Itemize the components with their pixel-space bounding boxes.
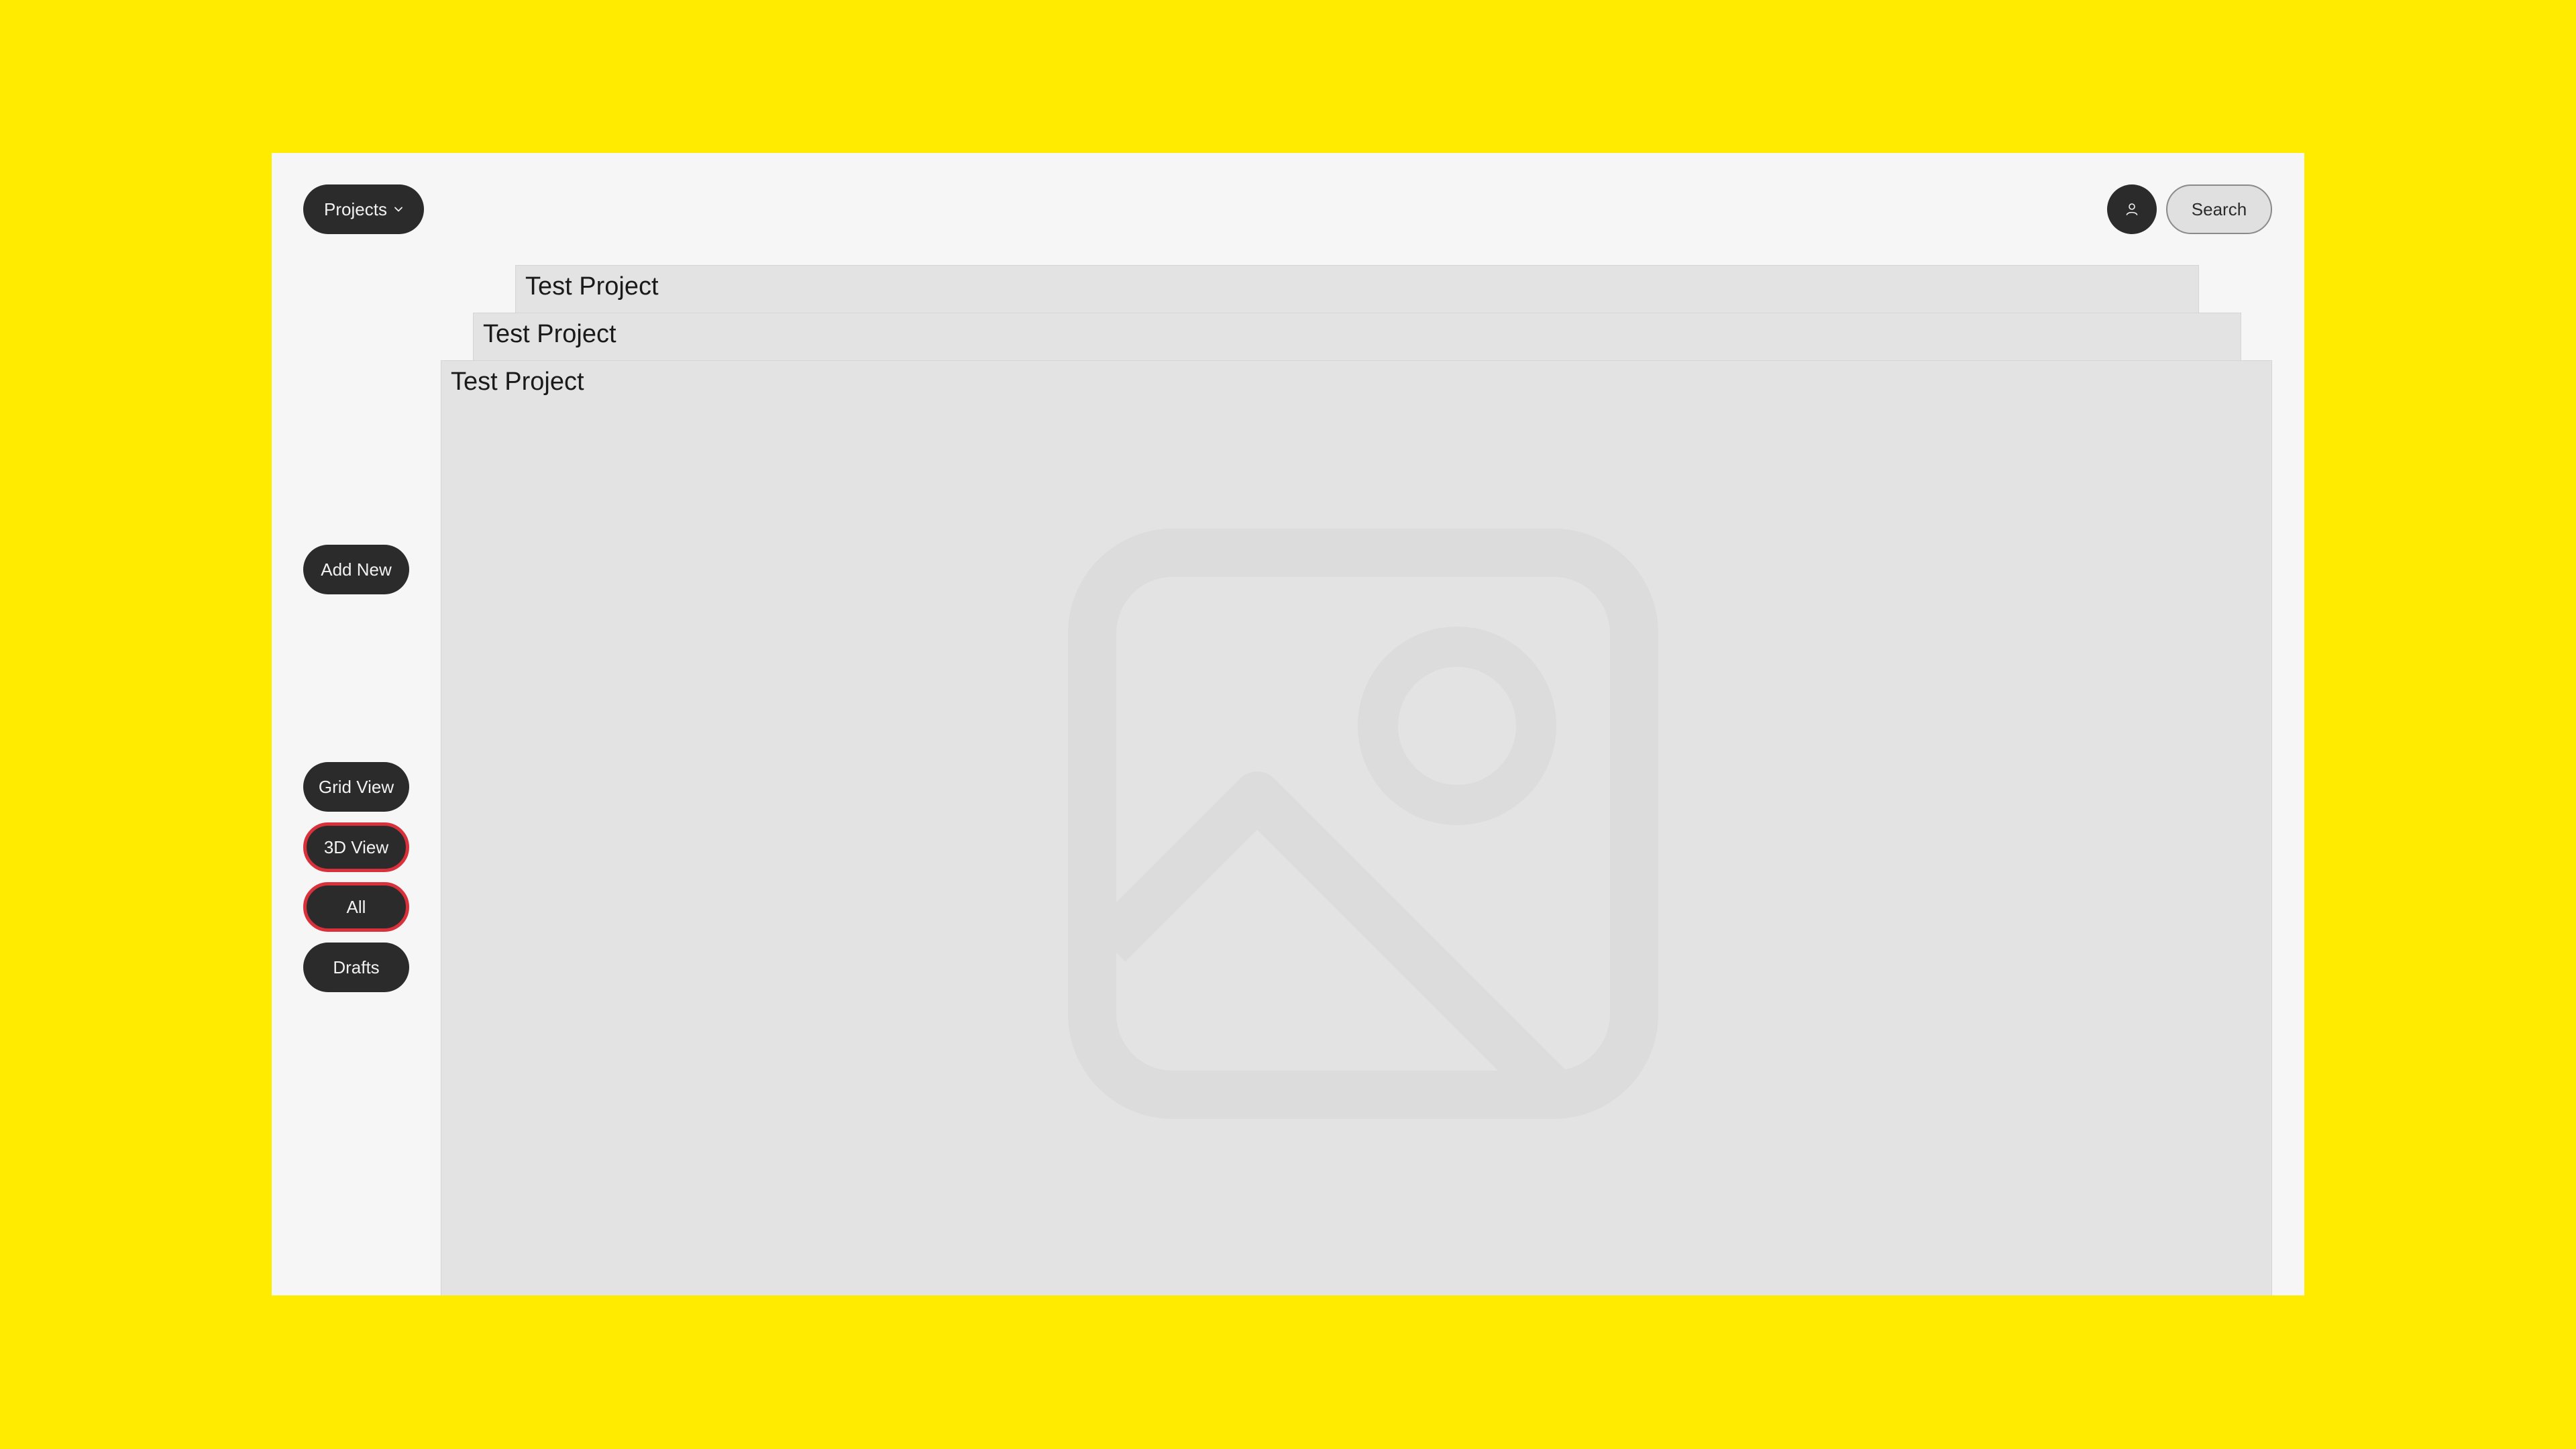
project-card-front[interactable]: Test Project: [441, 360, 2272, 1295]
drafts-filter-label: Drafts: [333, 957, 380, 977]
image-placeholder-icon: [1068, 529, 1658, 1119]
project-card-title: Test Project: [451, 368, 584, 396]
add-new-button[interactable]: Add New: [303, 545, 409, 594]
all-filter-label: All: [346, 896, 366, 917]
app-window: Projects Search Add New Grid View 3D Vie…: [272, 153, 2304, 1295]
project-card-title: Test Project: [525, 272, 659, 301]
drafts-filter-button[interactable]: Drafts: [303, 943, 409, 992]
all-filter-button[interactable]: All: [303, 882, 409, 932]
search-button[interactable]: Search: [2166, 184, 2272, 234]
grid-view-button[interactable]: Grid View: [303, 762, 409, 812]
add-new-label: Add New: [321, 559, 392, 580]
grid-view-label: Grid View: [318, 776, 394, 797]
user-avatar-button[interactable]: [2107, 184, 2157, 234]
project-card-title: Test Project: [483, 320, 616, 348]
chevron-down-icon: [394, 207, 402, 212]
3d-view-label: 3D View: [323, 837, 389, 857]
projects-dropdown-label: Projects: [324, 199, 387, 219]
projects-dropdown-button[interactable]: Projects: [303, 184, 424, 234]
user-icon: [2126, 203, 2138, 215]
3d-view-button[interactable]: 3D View: [303, 822, 409, 872]
search-button-label: Search: [2191, 199, 2247, 219]
